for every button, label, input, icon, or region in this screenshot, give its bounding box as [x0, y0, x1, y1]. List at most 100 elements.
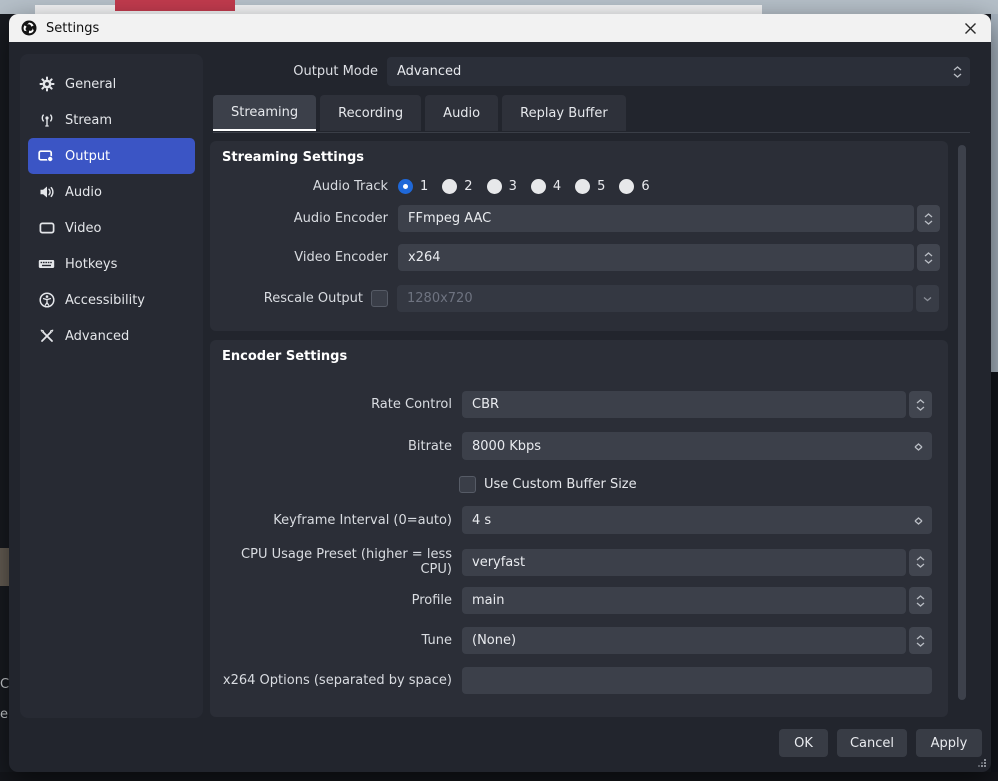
sidebar-item-video[interactable]: Video: [28, 210, 195, 246]
audio-track-option-2[interactable]: 2: [442, 179, 472, 194]
cpu-preset-select[interactable]: veryfast: [462, 549, 932, 576]
rescale-output-row: Rescale Output 1280x720: [210, 285, 948, 312]
keyframe-interval-label: Keyframe Interval (0=auto): [210, 513, 462, 528]
cpu-preset-row: CPU Usage Preset (higher = less CPU) ver…: [210, 547, 948, 577]
radio-checked-icon: [398, 179, 413, 194]
profile-row: Profile main: [210, 587, 948, 614]
chevron-up-down-icon[interactable]: [917, 244, 940, 271]
combo-value: veryfast: [472, 555, 525, 570]
rate-control-row: Rate Control CBR: [210, 391, 948, 418]
chevron-up-down-icon[interactable]: [909, 587, 932, 614]
ok-button[interactable]: OK: [779, 729, 828, 757]
combo-value: (None): [472, 633, 516, 648]
dialog-footer: OK Cancel Apply: [9, 729, 982, 757]
keyframe-interval-spinbox[interactable]: 4 s: [462, 506, 932, 534]
background-text-fragment: Ca: [0, 677, 9, 692]
sidebar-item-label: Advanced: [65, 329, 129, 344]
chevron-up-down-icon[interactable]: [909, 627, 932, 654]
combo-value-field: 1280x720: [397, 285, 913, 312]
chevron-down-icon: [916, 285, 939, 312]
radio-label: 5: [597, 179, 605, 194]
cancel-button[interactable]: Cancel: [837, 729, 907, 757]
chevron-up-down-icon[interactable]: [917, 205, 940, 232]
combo-value-field[interactable]: x264: [398, 244, 914, 271]
sidebar-item-advanced[interactable]: Advanced: [28, 318, 195, 354]
radio-label: 2: [464, 179, 472, 194]
profile-select[interactable]: main: [462, 587, 932, 614]
vertical-scrollbar[interactable]: [956, 141, 968, 717]
audio-track-option-4[interactable]: 4: [531, 179, 561, 194]
spin-down-icon[interactable]: [914, 514, 923, 529]
custom-buffer-row: Use Custom Buffer Size: [210, 475, 948, 493]
desktop-left-strip: Ca er: [0, 14, 9, 772]
tab-recording[interactable]: Recording: [320, 95, 421, 131]
accessibility-icon: [38, 292, 55, 309]
audio-encoder-select[interactable]: FFmpeg AAC: [398, 205, 940, 232]
combo-value: x264: [408, 250, 441, 265]
bitrate-spinbox[interactable]: 8000 Kbps: [462, 432, 932, 460]
cpu-preset-label: CPU Usage Preset (higher = less CPU): [210, 547, 462, 577]
radio-icon: [619, 179, 634, 194]
radio-icon: [531, 179, 546, 194]
tab-streaming[interactable]: Streaming: [213, 95, 316, 131]
spin-down-icon[interactable]: [914, 440, 923, 455]
sidebar-item-label: Output: [65, 149, 110, 164]
chevron-up-down-icon[interactable]: [909, 549, 932, 576]
rate-control-select[interactable]: CBR: [462, 391, 932, 418]
sidebar-item-label: Stream: [65, 113, 112, 128]
apply-button[interactable]: Apply: [916, 729, 982, 757]
combo-value: main: [472, 593, 504, 608]
titlebar[interactable]: Settings: [9, 14, 991, 42]
output-mode-label: Output Mode: [213, 64, 387, 79]
radio-label: 6: [641, 179, 649, 194]
monitor-icon: [38, 220, 55, 237]
sidebar-item-label: Video: [65, 221, 101, 236]
chevron-up-down-icon[interactable]: [909, 391, 932, 418]
combo-value-field[interactable]: FFmpeg AAC: [398, 205, 914, 232]
group-title: Streaming Settings: [222, 150, 364, 165]
audio-encoder-label: Audio Encoder: [210, 211, 398, 226]
audio-track-option-3[interactable]: 3: [487, 179, 517, 194]
resize-grip[interactable]: [977, 758, 987, 768]
audio-track-option-6[interactable]: 6: [619, 179, 649, 194]
rescale-output-label: Rescale Output: [210, 291, 371, 306]
use-custom-buffer-checkbox[interactable]: [459, 476, 476, 493]
background-text-fragment: er: [0, 707, 9, 722]
tab-replay-buffer[interactable]: Replay Buffer: [502, 95, 626, 131]
combo-value-field[interactable]: CBR: [462, 391, 906, 418]
audio-encoder-row: Audio Encoder FFmpeg AAC: [210, 205, 948, 232]
broadcast-icon: [38, 112, 55, 129]
tab-label: Streaming: [231, 105, 298, 120]
audio-track-radios: 1 2 3 4 5 6: [398, 179, 650, 194]
combo-value: FFmpeg AAC: [408, 211, 491, 226]
output-icon: [38, 148, 55, 165]
tune-select[interactable]: (None): [462, 627, 932, 654]
obs-logo-icon: [21, 20, 37, 36]
x264-options-input[interactable]: [462, 667, 932, 694]
sidebar-item-general[interactable]: General: [28, 66, 195, 102]
sidebar-item-hotkeys[interactable]: Hotkeys: [28, 246, 195, 282]
speaker-icon: [38, 184, 55, 201]
combo-value-field[interactable]: main: [462, 587, 906, 614]
tab-audio[interactable]: Audio: [425, 95, 498, 131]
desktop-bottom-strip: [0, 772, 998, 781]
output-mode-row: Output Mode Advanced: [213, 57, 970, 86]
video-encoder-select[interactable]: x264: [398, 244, 940, 271]
audio-track-label: Audio Track: [210, 179, 398, 194]
radio-label: 4: [553, 179, 561, 194]
sidebar-item-accessibility[interactable]: Accessibility: [28, 282, 195, 318]
combo-value-field[interactable]: (None): [462, 627, 906, 654]
scrollbar-thumb[interactable]: [958, 145, 966, 700]
use-custom-buffer-label: Use Custom Buffer Size: [484, 477, 637, 492]
sidebar-item-output[interactable]: Output: [28, 138, 195, 174]
audio-track-option-1[interactable]: 1: [398, 179, 428, 194]
combo-value-field[interactable]: veryfast: [462, 549, 906, 576]
output-mode-select[interactable]: Advanced: [387, 57, 970, 86]
tune-row: Tune (None): [210, 627, 948, 654]
audio-track-option-5[interactable]: 5: [575, 179, 605, 194]
rescale-output-checkbox[interactable]: [371, 290, 388, 307]
close-button[interactable]: [955, 14, 985, 42]
sidebar-item-audio[interactable]: Audio: [28, 174, 195, 210]
sidebar-item-stream[interactable]: Stream: [28, 102, 195, 138]
combo-value: CBR: [472, 397, 499, 412]
